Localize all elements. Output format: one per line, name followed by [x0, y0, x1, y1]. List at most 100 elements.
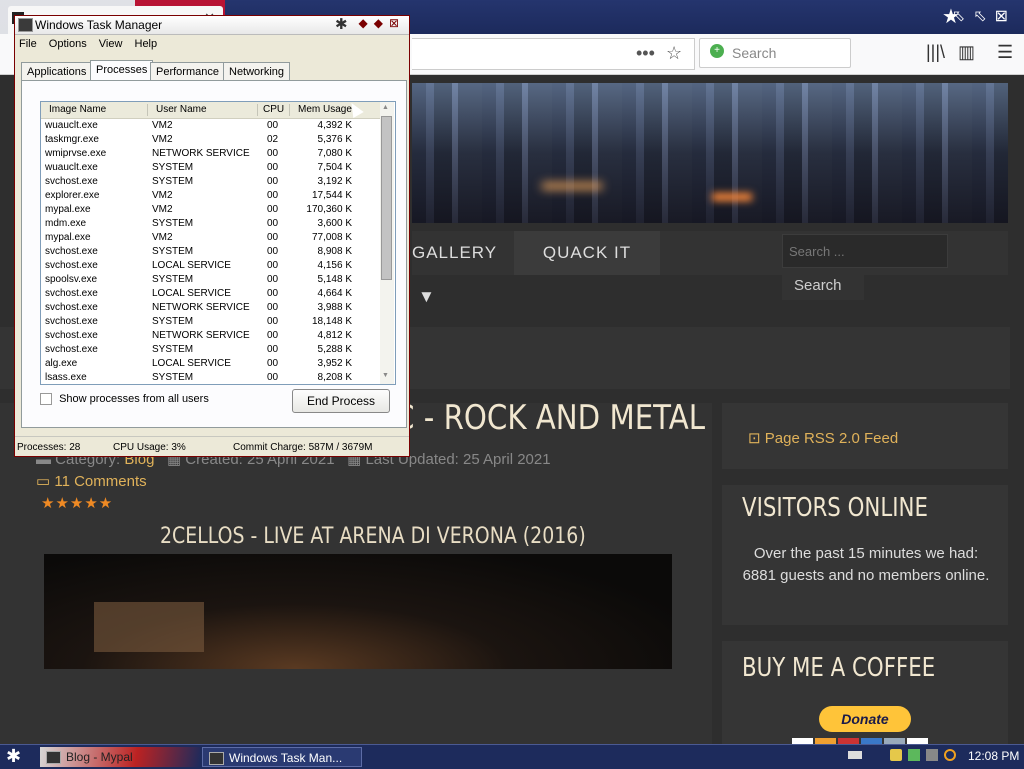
end-process-button[interactable]: End Process	[292, 389, 390, 413]
process-row[interactable]: svchost.exe LOCAL SERVICE 00 4,664 K	[41, 287, 381, 301]
process-image-name: svchost.exe	[45, 288, 98, 299]
process-mem-usage: 3,952 K	[317, 358, 352, 369]
process-user-name: VM2	[152, 232, 173, 243]
network-icon[interactable]	[908, 749, 920, 761]
site-search-button[interactable]: Search	[782, 272, 864, 300]
process-image-name: svchost.exe	[45, 246, 98, 257]
site-search-input[interactable]: Search ...	[782, 234, 948, 268]
checkbox-icon[interactable]	[40, 393, 52, 406]
column-mem-usage[interactable]: Mem Usage	[298, 104, 352, 115]
process-mem-usage: 4,664 K	[317, 288, 352, 299]
process-mem-usage: 170,360 K	[306, 204, 352, 215]
rss-label: Page RSS 2.0 Feed	[764, 430, 899, 447]
window-controls[interactable]: ◆◆⊠	[358, 16, 405, 30]
taskbar: ✱ Blog - Mypal Windows Task Man... 12:08…	[0, 744, 1024, 769]
url-bar[interactable]: ••• ☆	[412, 38, 695, 70]
scroll-up-icon[interactable]: ▲	[382, 104, 389, 111]
process-row[interactable]: wuauclt.exe SYSTEM 00 7,504 K	[41, 161, 381, 175]
process-row[interactable]: svchost.exe NETWORK SERVICE 00 3,988 K	[41, 301, 381, 315]
shield-icon[interactable]	[890, 749, 902, 761]
vertical-scrollbar[interactable]: ▲ ▼	[380, 102, 394, 384]
process-user-name: LOCAL SERVICE	[152, 288, 231, 299]
window-controls[interactable]: ⬁⬁⊠	[952, 6, 1016, 26]
process-row[interactable]: mdm.exe SYSTEM 00 3,600 K	[41, 217, 381, 231]
menu-icon[interactable]: ☰	[997, 42, 1013, 63]
scroll-down-icon[interactable]: ▼	[382, 372, 389, 379]
process-list-header: Image Name User Name CPU Mem Usage	[41, 102, 381, 119]
task-manager-title: Windows Task Manager	[35, 18, 163, 32]
taskbar-item-browser[interactable]: Blog - Mypal	[40, 747, 200, 767]
tab-performance[interactable]: Performance	[150, 62, 225, 81]
rss-link[interactable]: ⊡ Page RSS 2.0 Feed	[748, 429, 898, 447]
process-row[interactable]: spoolsv.exe SYSTEM 00 5,148 K	[41, 273, 381, 287]
column-divider[interactable]	[257, 104, 258, 116]
menu-view[interactable]: View	[99, 38, 123, 50]
video-player[interactable]	[44, 554, 672, 669]
process-rows: wuauclt.exe VM2 00 4,392 K taskmgr.exe VM2 02 5…	[41, 119, 381, 384]
tab-processes[interactable]: Processes	[90, 60, 154, 82]
library-icon[interactable]: |||\	[926, 42, 945, 63]
bookmark-star-icon[interactable]: ☆	[666, 43, 682, 64]
process-row[interactable]: alg.exe LOCAL SERVICE 00 3,952 K	[41, 357, 381, 371]
process-row[interactable]: mypal.exe VM2 00 77,008 K	[41, 231, 381, 245]
menu-help[interactable]: Help	[135, 38, 158, 50]
process-cpu: 00	[267, 162, 279, 173]
process-row[interactable]: svchost.exe SYSTEM 00 5,288 K	[41, 343, 381, 357]
tools-icon[interactable]	[926, 749, 938, 761]
sidebar-icon[interactable]: ▥	[958, 42, 975, 63]
process-row[interactable]: wmiprvse.exe NETWORK SERVICE 00 7,080 K	[41, 147, 381, 161]
keyboard-icon[interactable]	[848, 751, 862, 759]
process-cpu: 00	[267, 302, 279, 313]
process-row[interactable]: wuauclt.exe VM2 00 4,392 K	[41, 119, 381, 133]
column-user-name[interactable]: User Name	[156, 104, 207, 115]
menu-options[interactable]: Options	[49, 38, 87, 50]
process-cpu: 00	[267, 232, 279, 243]
process-image-name: wuauclt.exe	[45, 162, 98, 173]
process-user-name: VM2	[152, 134, 173, 145]
menu-file[interactable]: File	[19, 38, 37, 50]
status-cpu: CPU Usage: 3%	[113, 442, 186, 453]
search-icon[interactable]	[944, 749, 956, 761]
process-row[interactable]: explorer.exe VM2 00 17,544 K	[41, 189, 381, 203]
task-manager-titlebar[interactable]: Windows Task Manager ✱ ◆◆⊠	[15, 16, 409, 35]
column-divider[interactable]	[289, 104, 290, 116]
donate-button[interactable]: Donate	[819, 706, 911, 732]
process-row[interactable]: svchost.exe SYSTEM 00 3,192 K	[41, 175, 381, 189]
process-row[interactable]: svchost.exe LOCAL SERVICE 00 4,156 K	[41, 259, 381, 273]
page-actions-icon[interactable]: •••	[636, 43, 655, 64]
process-user-name: SYSTEM	[152, 176, 194, 187]
process-mem-usage: 8,208 K	[317, 372, 352, 383]
taskbar-item-task-manager[interactable]: Windows Task Man...	[202, 747, 362, 767]
menu-quack-it[interactable]: QUACK IT	[514, 231, 660, 275]
process-row[interactable]: mypal.exe VM2 00 170,360 K	[41, 203, 381, 217]
column-image-name[interactable]: Image Name	[49, 104, 106, 115]
menu-gallery[interactable]: GALLERY ▼	[412, 231, 512, 306]
browser-icon	[46, 751, 61, 764]
start-button[interactable]: ✱	[6, 746, 21, 767]
process-row[interactable]: svchost.exe SYSTEM 00 18,148 K	[41, 315, 381, 329]
comments-link[interactable]: ▭ 11 Comments	[36, 472, 147, 490]
tab-networking[interactable]: Networking	[223, 62, 291, 81]
column-cpu[interactable]: CPU	[263, 104, 284, 115]
status-commit: Commit Charge: 587M / 3679M	[233, 442, 373, 453]
process-cpu: 00	[267, 246, 279, 257]
task-manager-window: Windows Task Manager ✱ ◆◆⊠ File Options …	[14, 15, 410, 457]
browser-search-box[interactable]: + Search	[699, 38, 851, 68]
process-user-name: VM2	[152, 120, 173, 131]
process-row[interactable]: taskmgr.exe VM2 02 5,376 K	[41, 133, 381, 147]
process-mem-usage: 4,156 K	[317, 260, 352, 271]
process-row[interactable]: lsass.exe SYSTEM 00 8,208 K	[41, 371, 381, 384]
comments-label: 11 Comments	[54, 473, 147, 490]
rating-stars[interactable]: ★★★★★	[41, 494, 113, 512]
show-all-users-checkbox[interactable]: Show processes from all users	[40, 393, 209, 406]
column-divider[interactable]	[147, 104, 148, 116]
video-title: 2CELLOS - LIVE AT ARENA DI VERONA (2016)	[160, 524, 586, 549]
process-user-name: SYSTEM	[152, 162, 194, 173]
process-list[interactable]: Image Name User Name CPU Mem Usage wuauc…	[40, 101, 396, 385]
process-row[interactable]: svchost.exe NETWORK SERVICE 00 4,812 K	[41, 329, 381, 343]
process-row[interactable]: svchost.exe SYSTEM 00 8,908 K	[41, 245, 381, 259]
coffee-title: BUY ME A COFFEE	[742, 653, 936, 683]
tab-applications[interactable]: Applications	[21, 62, 93, 81]
scrollbar-thumb[interactable]	[381, 116, 392, 280]
task-manager-menubar: File Options View Help	[19, 38, 166, 50]
